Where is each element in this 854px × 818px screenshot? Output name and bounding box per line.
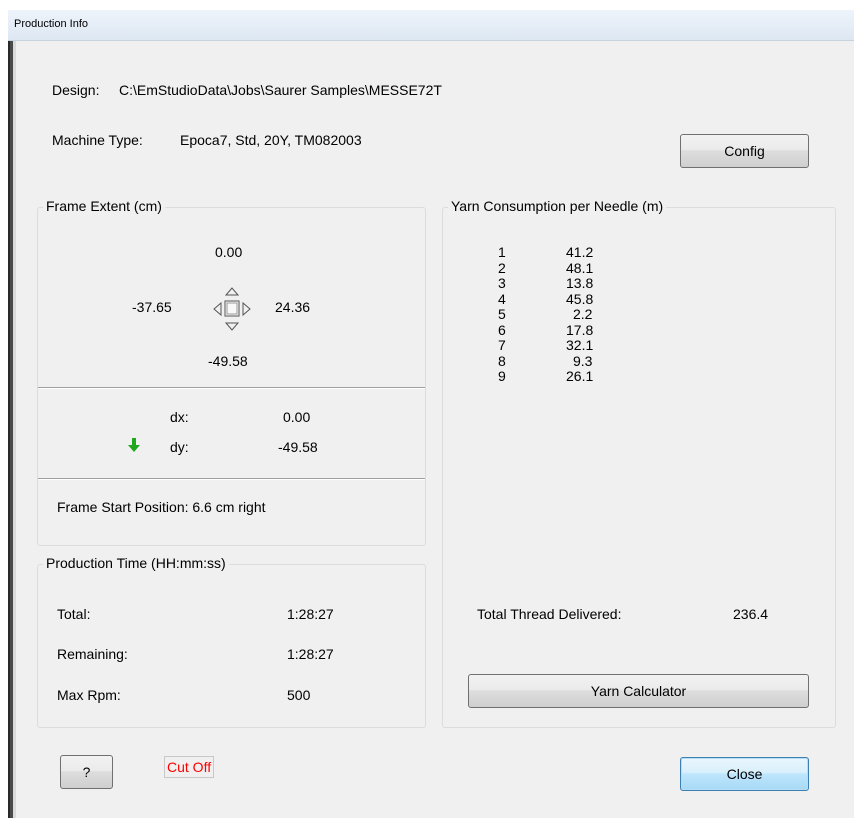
needle-number: 8 — [498, 352, 506, 369]
machine-type-value: Epoca7, Std, 20Y, TM082003 — [180, 132, 362, 148]
remaining-time-value: 1:28:27 — [287, 646, 334, 662]
cut-off-status: Cut Off — [164, 756, 215, 778]
total-thread-label: Total Thread Delivered: — [477, 606, 622, 622]
remaining-time-label: Remaining: — [57, 646, 128, 662]
needle-yarn-value: 32.1 — [566, 337, 594, 353]
needle-yarn-value: 45.8 — [566, 290, 594, 307]
needle-yarn-value: 2.2 — [573, 306, 593, 322]
frame-move-arrows-icon — [210, 286, 254, 332]
window-frame-left — [8, 41, 16, 818]
max-rpm-value: 500 — [287, 687, 311, 703]
needle-number: 3 — [498, 275, 506, 291]
config-button[interactable]: Config — [680, 134, 809, 168]
dy-label: dy: — [170, 439, 189, 455]
production-info-window: Production Info Design: C:\EmStudioData\… — [8, 10, 854, 818]
close-button[interactable]: Close — [680, 757, 809, 791]
needle-number: 2 — [498, 259, 506, 276]
machine-type-label: Machine Type: — [52, 132, 143, 148]
design-path: C:\EmStudioData\Jobs\Saurer Samples\MESS… — [119, 82, 442, 98]
dialog-client-area: Design: C:\EmStudioData\Jobs\Saurer Samp… — [16, 41, 854, 818]
needle-yarn-value: 9.3 — [573, 352, 593, 369]
needle-number: 7 — [498, 337, 506, 353]
total-thread-value: 236.4 — [733, 606, 769, 622]
yarn-calculator-button[interactable]: Yarn Calculator — [468, 674, 809, 708]
dy-value: -49.58 — [278, 439, 318, 455]
needle-number: 1 — [498, 244, 506, 260]
needle-number: 4 — [498, 290, 506, 307]
frame-extent-title: Frame Extent (cm) — [43, 198, 165, 214]
frame-extent-right: 24.36 — [275, 299, 311, 315]
design-label: Design: — [52, 82, 100, 98]
total-time-label: Total: — [57, 606, 91, 622]
dx-value: 0.00 — [283, 409, 311, 425]
max-rpm-label: Max Rpm: — [57, 687, 121, 703]
yarn-consumption-title: Yarn Consumption per Needle (m) — [448, 198, 667, 214]
green-down-arrow-icon — [128, 438, 140, 453]
frame-extent-left: -37.65 — [132, 299, 172, 315]
frame-extent-divider-2 — [38, 478, 425, 480]
needle-yarn-value: 41.2 — [566, 244, 594, 260]
needle-yarn-value: 13.8 — [566, 275, 594, 291]
production-time-title: Production Time (HH:mm:ss) — [43, 555, 229, 571]
needle-number: 9 — [498, 368, 506, 384]
frame-extent-bottom: -49.58 — [208, 353, 248, 369]
needle-yarn-value: 17.8 — [566, 321, 594, 338]
help-button[interactable]: ? — [60, 755, 113, 789]
frame-extent-top: 0.00 — [215, 244, 243, 260]
needle-number: 6 — [498, 321, 506, 338]
needle-yarn-value: 26.1 — [566, 368, 594, 384]
needle-number: 5 — [498, 306, 506, 322]
needle-yarn-value: 48.1 — [566, 259, 594, 276]
total-time-value: 1:28:27 — [287, 606, 334, 622]
frame-extent-divider-1 — [38, 387, 425, 389]
title-bar[interactable]: Production Info — [8, 10, 854, 41]
dx-label: dx: — [170, 409, 189, 425]
frame-start-position: Frame Start Position: 6.6 cm right — [57, 499, 266, 515]
window-title: Production Info — [14, 18, 88, 30]
